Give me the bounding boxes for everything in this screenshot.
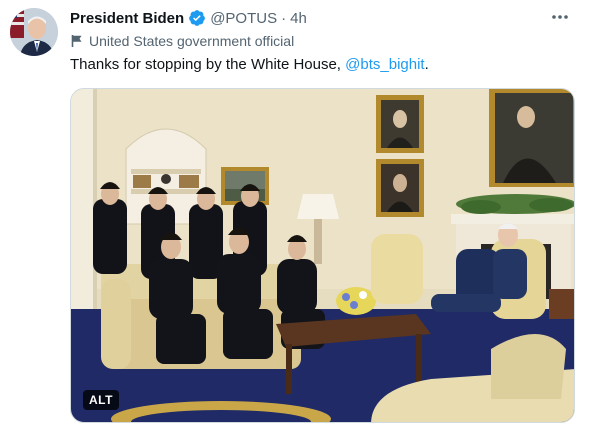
author-handle[interactable]: @POTUS	[210, 10, 277, 27]
avatar[interactable]	[10, 8, 58, 56]
more-horizontal-icon[interactable]	[549, 6, 571, 28]
tweet[interactable]: President Biden @POTUS · 4h United State…	[0, 0, 591, 434]
tweet-text-end: .	[424, 56, 429, 73]
oval-office-photo	[71, 89, 574, 422]
timestamp[interactable]: 4h	[290, 10, 307, 27]
author-name[interactable]: President Biden	[70, 10, 184, 27]
tweet-photo[interactable]: ALT	[70, 88, 575, 423]
government-label-text: United States government official	[89, 33, 295, 49]
tweet-text-main: Thanks for stopping by the White House,	[70, 56, 346, 73]
alt-badge[interactable]: ALT	[83, 390, 119, 410]
flag-icon	[70, 34, 84, 48]
government-label[interactable]: United States government official	[70, 31, 294, 51]
tweet-header: President Biden @POTUS · 4h	[70, 8, 307, 28]
separator-dot: ·	[281, 9, 287, 27]
mention-link[interactable]: @bts_bighit	[345, 56, 424, 73]
tweet-text: Thanks for stopping by the White House, …	[70, 55, 429, 75]
verified-badge-icon	[188, 9, 206, 27]
